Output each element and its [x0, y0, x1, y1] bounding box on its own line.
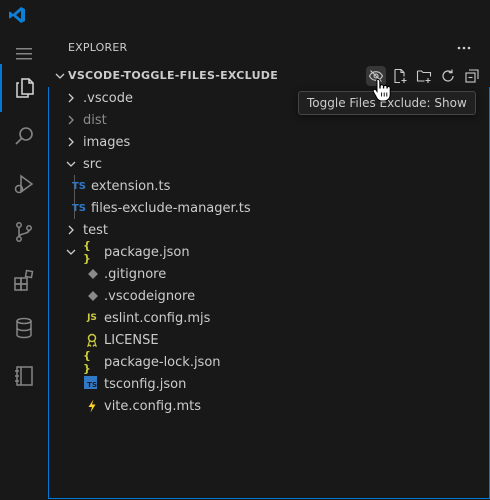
- tree-item-src[interactable]: src: [49, 153, 489, 175]
- new-folder-icon: [416, 70, 432, 83]
- collapse-all-button[interactable]: [462, 66, 482, 86]
- chevron-down-icon: [63, 244, 79, 260]
- json-file-icon: { }: [83, 239, 91, 265]
- tree-item-label: test: [83, 222, 108, 238]
- tree-item-label: .vscodeignore: [104, 288, 196, 304]
- notebook-icon[interactable]: [0, 352, 48, 400]
- tree-item-label: LICENSE: [104, 332, 159, 348]
- tree-item-label: dist: [83, 112, 107, 128]
- license-icon: [84, 332, 100, 348]
- activity-bar: [0, 30, 49, 500]
- refresh-icon: [442, 69, 454, 82]
- git-file-icon: [85, 288, 101, 304]
- chevron-right-icon: [63, 134, 79, 150]
- chevron-right-icon: [63, 112, 79, 128]
- typescript-file-icon: TS: [71, 202, 87, 214]
- tree-item-label: images: [83, 134, 131, 150]
- workspace-title: VSCODE-TOGGLE-FILES-EXCLUDE: [68, 69, 279, 82]
- collapse-all-icon: [465, 69, 479, 83]
- tree-item-tsconfig-json[interactable]: TS tsconfig.json: [49, 373, 489, 395]
- typescript-file-icon: TS: [71, 180, 87, 192]
- json-file-icon: { }: [83, 349, 91, 375]
- vite-icon: [84, 398, 100, 414]
- tree-item-images[interactable]: images: [49, 131, 489, 153]
- hand-cursor-icon: [372, 78, 391, 102]
- more-actions-icon[interactable]: [454, 38, 474, 58]
- tsconfig-file-icon: TS: [84, 376, 97, 389]
- tree-item-label: package.json: [104, 244, 190, 260]
- tree-item-test[interactable]: test: [49, 219, 489, 241]
- tree-item-vscodeignore[interactable]: .vscodeignore: [49, 285, 489, 307]
- run-debug-icon[interactable]: [0, 160, 48, 208]
- search-icon[interactable]: [0, 112, 48, 160]
- refresh-button[interactable]: [438, 66, 458, 86]
- tree-item-license[interactable]: LICENSE: [49, 329, 489, 351]
- new-folder-button[interactable]: [414, 66, 434, 86]
- tree-item-extension-ts[interactable]: TS extension.ts: [49, 175, 489, 197]
- file-tree: .vscode dist images src TS extension.ts …: [48, 87, 490, 499]
- tree-item-label: tsconfig.json: [104, 376, 187, 392]
- git-file-icon: [85, 266, 101, 282]
- tree-item-package-json[interactable]: { } package.json: [49, 239, 489, 265]
- tree-item-label: vite.config.mts: [104, 398, 201, 414]
- chevron-down-icon: [63, 156, 79, 172]
- tree-item-files-exclude-manager-ts[interactable]: TS files-exclude-manager.ts: [49, 197, 489, 219]
- tree-item-vite-config[interactable]: vite.config.mts: [49, 395, 489, 417]
- tree-item-label: package-lock.json: [104, 354, 221, 370]
- tree-item-label: .gitignore: [104, 266, 167, 282]
- new-file-button[interactable]: [390, 66, 410, 86]
- tree-item-eslint-config[interactable]: JS eslint.config.mjs: [49, 307, 489, 329]
- sidebar-title: EXPLORER: [68, 41, 128, 54]
- title-bar: [0, 0, 490, 30]
- vscode-logo-icon: [9, 7, 25, 23]
- sidebar-header: EXPLORER: [48, 30, 490, 65]
- tree-item-label: extension.ts: [91, 178, 171, 194]
- tree-item-label: eslint.config.mjs: [104, 310, 211, 326]
- tree-item-label: .vscode: [83, 90, 133, 106]
- explorer-icon[interactable]: [0, 64, 48, 112]
- tree-item-gitignore[interactable]: .gitignore: [49, 263, 489, 285]
- chevron-right-icon: [63, 90, 79, 106]
- source-control-icon[interactable]: [0, 208, 48, 256]
- workspace-section-header[interactable]: VSCODE-TOGGLE-FILES-EXCLUDE: [48, 65, 490, 87]
- tree-item-package-lock-json[interactable]: { } package-lock.json: [49, 349, 489, 375]
- extensions-icon[interactable]: [0, 256, 48, 304]
- new-file-icon: [394, 68, 407, 84]
- javascript-file-icon: JS: [87, 313, 97, 323]
- chevron-down-icon: [55, 73, 65, 79]
- tree-item-label: src: [83, 156, 102, 172]
- tree-item-label: files-exclude-manager.ts: [91, 200, 251, 216]
- database-icon[interactable]: [0, 304, 48, 352]
- chevron-right-icon: [63, 222, 79, 238]
